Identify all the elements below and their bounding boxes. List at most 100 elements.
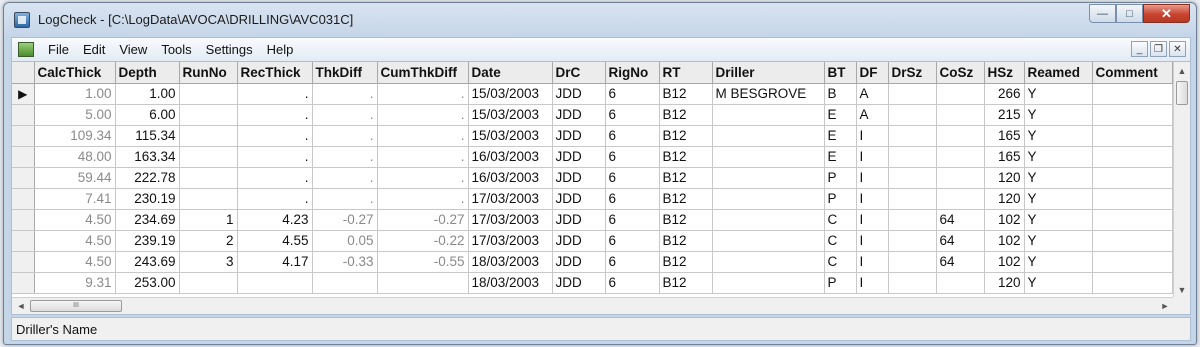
column-header-depth[interactable]: Depth bbox=[115, 62, 180, 84]
title-bar[interactable]: LogCheck - [C:\LogData\AVOCA\DRILLING\AV… bbox=[4, 3, 1196, 37]
document-icon[interactable] bbox=[18, 42, 34, 57]
horizontal-scroll-thumb[interactable]: III bbox=[30, 300, 122, 312]
cell-drc[interactable]: JDD bbox=[552, 167, 606, 189]
cell-comment[interactable] bbox=[1092, 146, 1173, 168]
cell-comment[interactable] bbox=[1092, 209, 1173, 231]
cell-cosz[interactable]: 64 bbox=[936, 230, 985, 252]
cell-calcthick[interactable]: 4.50 bbox=[34, 209, 116, 231]
row-selector[interactable] bbox=[12, 125, 35, 147]
cell-driller[interactable] bbox=[712, 209, 825, 231]
cell-cumthkdiff[interactable]: . bbox=[377, 146, 469, 168]
cell-cosz[interactable] bbox=[936, 188, 985, 210]
cell-hsz[interactable]: 165 bbox=[984, 125, 1025, 147]
cell-driller[interactable] bbox=[712, 125, 825, 147]
cell-calcthick[interactable]: 109.34 bbox=[34, 125, 116, 147]
cell-cumthkdiff[interactable]: . bbox=[377, 167, 469, 189]
scroll-up-icon[interactable]: ▲ bbox=[1174, 62, 1190, 79]
mdi-close-button[interactable]: ✕ bbox=[1169, 41, 1186, 57]
cell-df[interactable]: A bbox=[856, 83, 889, 105]
cell-cosz[interactable]: 64 bbox=[936, 251, 985, 273]
cell-df[interactable]: I bbox=[856, 272, 889, 294]
cell-reamed[interactable]: Y bbox=[1024, 251, 1093, 273]
cell-cosz[interactable] bbox=[936, 272, 985, 294]
cell-cosz[interactable]: 64 bbox=[936, 209, 985, 231]
cell-hsz[interactable]: 215 bbox=[984, 104, 1025, 126]
cell-cosz[interactable] bbox=[936, 125, 985, 147]
cell-drsz[interactable] bbox=[888, 83, 937, 105]
cell-drsz[interactable] bbox=[888, 230, 937, 252]
cell-date[interactable]: 15/03/2003 bbox=[468, 83, 553, 105]
row-selector[interactable] bbox=[12, 167, 35, 189]
row-selector[interactable] bbox=[12, 104, 35, 126]
cell-cosz[interactable] bbox=[936, 104, 985, 126]
cell-comment[interactable] bbox=[1092, 251, 1173, 273]
cell-bt[interactable]: C bbox=[824, 209, 857, 231]
cell-calcthick[interactable]: 48.00 bbox=[34, 146, 116, 168]
column-header-cumthkdiff[interactable]: CumThkDiff bbox=[377, 62, 469, 84]
cell-runno[interactable] bbox=[179, 167, 238, 189]
column-header-rt[interactable]: RT bbox=[659, 62, 713, 84]
column-header-reamed[interactable]: Reamed bbox=[1024, 62, 1093, 84]
cell-drsz[interactable] bbox=[888, 272, 937, 294]
cell-driller[interactable] bbox=[712, 272, 825, 294]
cell-df[interactable]: I bbox=[856, 209, 889, 231]
cell-drc[interactable]: JDD bbox=[552, 146, 606, 168]
mdi-minimize-button[interactable]: _ bbox=[1131, 41, 1148, 57]
cell-drsz[interactable] bbox=[888, 146, 937, 168]
row-selector[interactable] bbox=[12, 209, 35, 231]
cell-df[interactable]: I bbox=[856, 146, 889, 168]
menu-view[interactable]: View bbox=[119, 42, 147, 57]
cell-rigno[interactable]: 6 bbox=[605, 104, 660, 126]
cell-df[interactable]: I bbox=[856, 125, 889, 147]
cell-rt[interactable]: B12 bbox=[659, 146, 713, 168]
cell-bt[interactable]: P bbox=[824, 272, 857, 294]
cell-hsz[interactable]: 102 bbox=[984, 209, 1025, 231]
column-header-df[interactable]: DF bbox=[856, 62, 889, 84]
current-row-marker[interactable]: ▶ bbox=[12, 83, 35, 105]
cell-rt[interactable]: B12 bbox=[659, 167, 713, 189]
cell-cumthkdiff[interactable]: -0.27 bbox=[377, 209, 469, 231]
cell-df[interactable]: I bbox=[856, 251, 889, 273]
cell-drsz[interactable] bbox=[888, 209, 937, 231]
cell-rt[interactable]: B12 bbox=[659, 251, 713, 273]
row-selector[interactable] bbox=[12, 251, 35, 273]
cell-thkdiff[interactable]: . bbox=[312, 104, 378, 126]
menu-tools[interactable]: Tools bbox=[161, 42, 191, 57]
cell-runno[interactable] bbox=[179, 272, 238, 294]
cell-driller[interactable] bbox=[712, 188, 825, 210]
cell-calcthick[interactable]: 9.31 bbox=[34, 272, 116, 294]
cell-reamed[interactable]: Y bbox=[1024, 272, 1093, 294]
cell-runno[interactable] bbox=[179, 104, 238, 126]
cell-reamed[interactable]: Y bbox=[1024, 146, 1093, 168]
cell-rigno[interactable]: 6 bbox=[605, 209, 660, 231]
cell-date[interactable]: 16/03/2003 bbox=[468, 146, 553, 168]
cell-depth[interactable]: 230.19 bbox=[115, 188, 180, 210]
cell-hsz[interactable]: 120 bbox=[984, 188, 1025, 210]
cell-depth[interactable]: 115.34 bbox=[115, 125, 180, 147]
cell-cosz[interactable] bbox=[936, 83, 985, 105]
cell-cumthkdiff[interactable]: . bbox=[377, 188, 469, 210]
table-row[interactable]: 4.50 239.19 2 4.55 0.05 -0.22 17/03/2003 JDD 6 B1… bbox=[12, 230, 1173, 252]
cell-thkdiff[interactable]: . bbox=[312, 83, 378, 105]
cell-recthick[interactable]: 4.17 bbox=[237, 251, 313, 273]
cell-cumthkdiff[interactable] bbox=[377, 272, 469, 294]
row-selector[interactable] bbox=[12, 188, 35, 210]
cell-rt[interactable]: B12 bbox=[659, 125, 713, 147]
cell-drc[interactable]: JDD bbox=[552, 251, 606, 273]
cell-driller[interactable] bbox=[712, 230, 825, 252]
cell-runno[interactable] bbox=[179, 146, 238, 168]
cell-date[interactable]: 18/03/2003 bbox=[468, 251, 553, 273]
cell-bt[interactable]: E bbox=[824, 125, 857, 147]
cell-reamed[interactable]: Y bbox=[1024, 167, 1093, 189]
table-row[interactable]: 4.50 234.69 1 4.23 -0.27 -0.27 17/03/2003 JDD 6 B… bbox=[12, 209, 1173, 231]
cell-recthick[interactable]: . bbox=[237, 125, 313, 147]
cell-comment[interactable] bbox=[1092, 272, 1173, 294]
cell-recthick[interactable] bbox=[237, 272, 313, 294]
cell-comment[interactable] bbox=[1092, 104, 1173, 126]
cell-thkdiff[interactable]: -0.27 bbox=[312, 209, 378, 231]
row-selector[interactable] bbox=[12, 146, 35, 168]
cell-cumthkdiff[interactable]: . bbox=[377, 125, 469, 147]
cell-date[interactable]: 15/03/2003 bbox=[468, 125, 553, 147]
cell-runno[interactable] bbox=[179, 83, 238, 105]
cell-drsz[interactable] bbox=[888, 251, 937, 273]
